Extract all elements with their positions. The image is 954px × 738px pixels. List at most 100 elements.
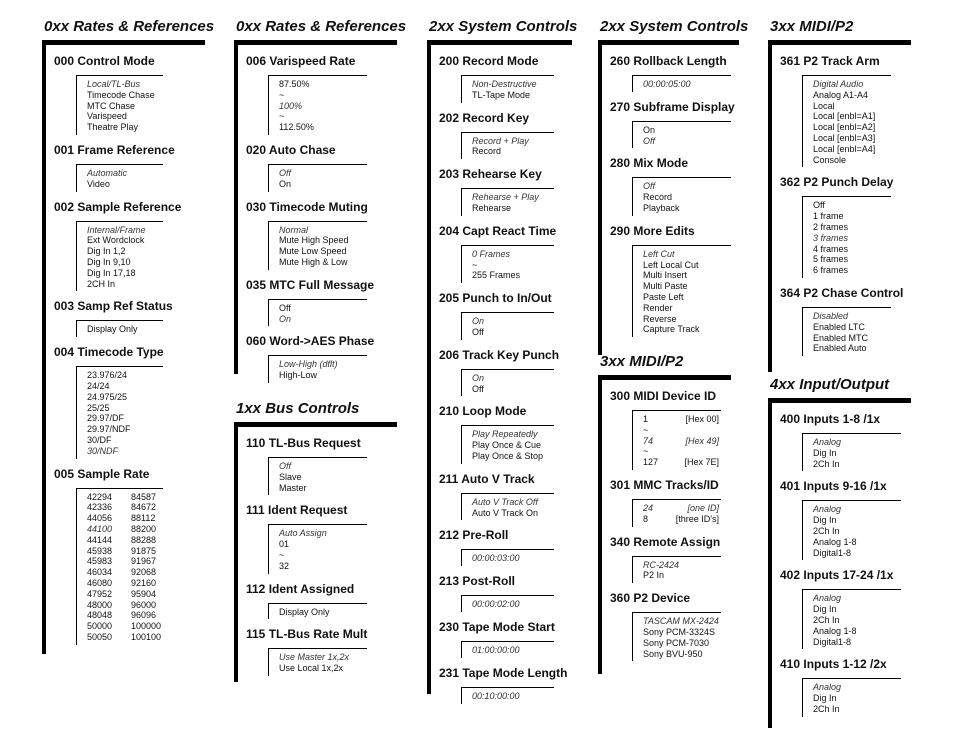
option-row: 8 [three ID's] bbox=[643, 514, 721, 525]
default-option: 100% bbox=[279, 100, 303, 111]
setting-title: 231 Tape Mode Length bbox=[439, 665, 568, 680]
option: Sony PCM-7030 bbox=[643, 637, 710, 648]
option: 29.97/NDF bbox=[87, 424, 131, 435]
section: 3xx MIDI/P2 361 P2 Track Arm Digital Audio… bbox=[768, 18, 911, 372]
option: Use Local 1x,2x bbox=[279, 663, 344, 674]
option: Dig In 1,2 bbox=[87, 246, 126, 257]
option-row: 42336 84672 bbox=[87, 502, 163, 513]
default-option: RC-2424 bbox=[643, 559, 680, 570]
options-list: Local/TL-Bus Timecode Chase MTC Chase Varis… bbox=[76, 75, 163, 135]
option-value: [Hex 7E] bbox=[684, 457, 719, 468]
option: 24/24 bbox=[87, 380, 110, 391]
options-list: Off Record Playback bbox=[632, 177, 731, 216]
default-option: 00:00:02:00 bbox=[472, 599, 520, 610]
default-option: Low-High (dflt) bbox=[279, 359, 338, 370]
section-box: 110 TL-Bus Request Off Slave Master 111 Iden… bbox=[234, 422, 397, 682]
option-value: [Hex 49] bbox=[685, 435, 719, 446]
setting-title: 020 Auto Chase bbox=[246, 142, 336, 157]
setting-title: 260 Rollback Length bbox=[610, 54, 727, 68]
setting-title: 213 Post-Roll bbox=[439, 574, 516, 589]
option: 5 frames bbox=[813, 254, 849, 265]
option-value: 88288 bbox=[131, 534, 157, 545]
options-list: 00:00:02:00 bbox=[461, 595, 554, 612]
options-list: Display Only bbox=[76, 320, 163, 338]
setting-item: 402 Inputs 17-24 /1x Analog Dig In 2Ch In An… bbox=[780, 568, 911, 650]
option: Slave bbox=[279, 471, 302, 482]
setting-title: 030 Timecode Muting bbox=[246, 199, 368, 214]
option: 01 bbox=[279, 539, 290, 550]
option-value: 100000 bbox=[131, 621, 162, 632]
setting-title: 270 Subframe Display bbox=[610, 99, 735, 114]
option: MTC Chase bbox=[87, 100, 136, 111]
default-option: 01:00:00:00 bbox=[472, 644, 520, 655]
options-list: 23.976/24 24/24 24.975/25 25/25 29.97/DF 29.9… bbox=[76, 366, 163, 459]
option: 2Ch In bbox=[813, 614, 840, 625]
default-option: Analog bbox=[813, 437, 842, 447]
options-list: Off Slave Master bbox=[268, 457, 367, 496]
options-list: Disabled Enabled LTC Enabled MTC Enabled Au… bbox=[802, 306, 891, 357]
setting-item: 005 Sample Rate 42294 84587 42336 84672 44056… bbox=[54, 467, 205, 645]
section: 4xx Input/Output 400 Inputs 1-8 /1x Analog… bbox=[768, 376, 911, 728]
setting-title: 005 Sample Rate bbox=[54, 466, 150, 481]
option-row: 42294 84587 bbox=[87, 492, 163, 503]
option-value: 95904 bbox=[131, 588, 157, 599]
setting-item: 115 TL-Bus Rate Mult Use Master 1x,2x Use … bbox=[246, 627, 397, 676]
setting-item: 210 Loop Mode Play Repeatedly Play Once & … bbox=[439, 404, 572, 464]
default-option: Off bbox=[643, 181, 656, 192]
options-list: Automatic Video bbox=[76, 163, 163, 192]
option: Dig In 17,18 bbox=[87, 267, 136, 278]
options-list: 00:10:00:00 bbox=[461, 686, 554, 704]
option: Enabled LTC bbox=[813, 321, 865, 332]
options-list: Digital Audio Analog A1-A4 Local Local [enb… bbox=[802, 75, 891, 168]
default-option: Auto V Track Off bbox=[472, 496, 538, 507]
option: 42336 bbox=[87, 502, 113, 513]
option: Varispeed bbox=[87, 111, 127, 122]
setting-title: 000 Control Mode bbox=[54, 54, 155, 68]
option: 2Ch In bbox=[813, 525, 840, 536]
option: 44144 bbox=[87, 534, 113, 545]
default-option: Off bbox=[643, 135, 656, 146]
option: Left Local Cut bbox=[643, 259, 699, 270]
option-row: 48048 96096 bbox=[87, 610, 163, 621]
options-list: 00:00:03:00 bbox=[461, 549, 554, 567]
option: 1 frame bbox=[813, 211, 844, 222]
options-list: Auto V Track Off Auto V Track On bbox=[461, 492, 554, 521]
setting-item: 212 Pre-Roll 00:00:03:00 bbox=[439, 528, 572, 567]
setting-title: 112 Ident Assigned bbox=[246, 581, 355, 596]
option: Play Once & Cue bbox=[472, 440, 542, 451]
setting-item: 004 Timecode Type 23.976/24 24/24 24.975/25… bbox=[54, 345, 205, 459]
default-option: 00:10:00:00 bbox=[472, 690, 520, 701]
setting-title: 206 Track Key Punch bbox=[439, 347, 560, 362]
option: Off bbox=[813, 200, 825, 211]
setting-item: 204 Capt React Time 0 Frames ~255 Frames bbox=[439, 224, 572, 284]
setting-item: 030 Timecode Muting Normal Mute High Speed… bbox=[246, 200, 397, 270]
option: 127 bbox=[643, 457, 659, 468]
setting-title: 002 Sample Reference bbox=[54, 199, 182, 214]
option-row: 48000 96000 bbox=[87, 600, 163, 611]
setting-item: 301 MMC Tracks/ID 24 [one ID] 8 [three ID's] bbox=[610, 478, 731, 527]
option: Multi Paste bbox=[643, 281, 688, 292]
default-option: On bbox=[472, 316, 485, 327]
option: ~ bbox=[643, 424, 649, 435]
options-list: Off On bbox=[268, 163, 367, 192]
option: 1 bbox=[643, 414, 649, 424]
option: 2Ch In bbox=[813, 458, 840, 469]
option: Dig In 9,10 bbox=[87, 256, 131, 267]
option-row: 50000 100000 bbox=[87, 621, 163, 632]
option: Dig In bbox=[813, 604, 837, 615]
setting-title: 410 Inputs 1-12 /2x bbox=[780, 657, 887, 672]
setting-item: 006 Varispeed Rate 87.50% ~100% ~112.50% bbox=[246, 54, 397, 135]
option: High-Low bbox=[279, 370, 318, 381]
setting-title: 202 Record Key bbox=[439, 110, 530, 125]
option: 2CH In bbox=[87, 278, 116, 289]
option: Playback bbox=[643, 202, 680, 213]
option: 2Ch In bbox=[813, 703, 840, 714]
options-list: On Off bbox=[461, 312, 554, 340]
setting-title: 340 Remote Assign bbox=[610, 534, 721, 549]
section-heading: 2xx System Controls bbox=[600, 18, 749, 35]
default-option: Left Cut bbox=[643, 248, 675, 259]
setting-item: 002 Sample Reference Internal/Frame Ext Wo… bbox=[54, 200, 205, 292]
default-option: Internal/Frame bbox=[87, 224, 146, 235]
option: Ext Wordclock bbox=[87, 235, 145, 246]
option: 46034 bbox=[87, 567, 113, 578]
